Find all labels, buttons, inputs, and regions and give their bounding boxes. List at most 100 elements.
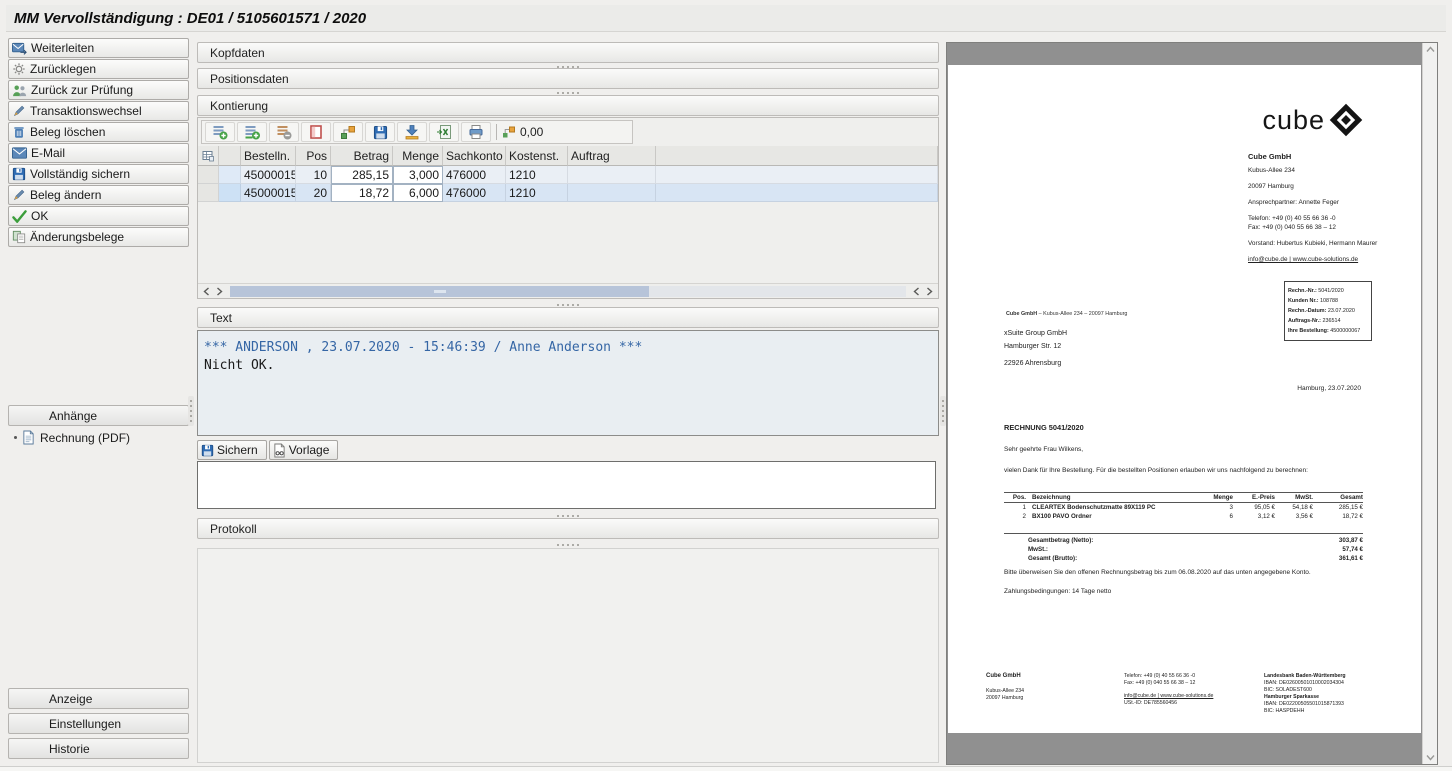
item-vat: 54,18 € [1275, 503, 1313, 512]
insert-row-button[interactable] [237, 122, 267, 142]
cell-sachkonto[interactable]: 476000 [443, 166, 506, 184]
save-grid-button[interactable] [365, 122, 395, 142]
pdf-items-table: Pos. Bezeichnung Menge E.-Preis MwSt. Ge… [1004, 492, 1363, 521]
print-button[interactable] [461, 122, 491, 142]
splitter-handle[interactable] [557, 542, 579, 547]
item-description: CLEARTEX Bodenschutzmatte 89X119 PC [1026, 503, 1201, 512]
panel-header-positionsdaten[interactable]: Positionsdaten [197, 68, 939, 89]
letterhead-street: Kubus-Allee 234 [1248, 167, 1398, 175]
attachments-section-header[interactable]: Anhänge [8, 405, 189, 426]
vorlage-button[interactable]: Vorlage [269, 440, 339, 460]
header-cell-kostenst[interactable]: Kostenst. [506, 146, 568, 166]
sidebar-item-beleg-loeschen[interactable]: Beleg löschen [8, 122, 189, 142]
header-cell-pos[interactable]: Pos [296, 146, 331, 166]
users-icon [12, 84, 27, 97]
cell-bestelln[interactable]: 4500001553 [241, 166, 296, 184]
sidebar-item-beleg-aendern[interactable]: Beleg ändern [8, 185, 189, 205]
scrollbar-track[interactable] [230, 286, 906, 297]
kontierung-panel: 0,00 Bestelln. Pos Betrag Menge Sachkont… [197, 117, 939, 299]
import-button[interactable] [397, 122, 427, 142]
pdf-recipient: xSuite Group GmbH Hamburger Str. 12 2292… [1004, 327, 1067, 370]
cell-menge-input[interactable]: 6,000 [393, 184, 443, 202]
scroll-left-button[interactable] [200, 286, 213, 297]
cell-menge-input[interactable]: 3,000 [393, 166, 443, 184]
sidebar-item-email[interactable]: E-Mail [8, 143, 189, 163]
main-content: Kopfdaten Positionsdaten Kontierung [196, 40, 940, 765]
cell-empty[interactable] [656, 166, 938, 184]
scrollbar-thumb[interactable] [230, 286, 649, 297]
header-cell-betrag[interactable]: Betrag [331, 146, 393, 166]
cell-betrag-input[interactable]: 285,15 [331, 166, 393, 184]
panel-header-kopfdaten[interactable]: Kopfdaten [197, 42, 939, 63]
button-label: Sichern [217, 443, 258, 457]
column-select-button[interactable] [301, 122, 331, 142]
panel-header-text[interactable]: Text [197, 307, 939, 328]
note-input[interactable] [197, 461, 936, 509]
sidebar-item-vollstaendig-sichern[interactable]: Vollständig sichern [8, 164, 189, 184]
cell-pos[interactable]: 20 [296, 184, 331, 202]
sidebar-item-weiterleiten[interactable]: Weiterleiten [8, 38, 189, 58]
table-row[interactable]: 4500001553 20 18,72 6,000 476000 1210 [198, 184, 938, 202]
header-cell-bestelln[interactable]: Bestelln. [241, 146, 296, 166]
sidebar-item-aenderungsbelege[interactable]: Änderungsbelege [8, 227, 189, 247]
cell-auftrag[interactable] [568, 184, 656, 202]
delete-row-button[interactable] [269, 122, 299, 142]
splitter-handle[interactable] [188, 396, 194, 426]
row-selector-cell[interactable] [198, 166, 219, 184]
button-label: Vorlage [289, 443, 330, 457]
scroll-right-button[interactable] [923, 286, 936, 297]
header-cell[interactable] [219, 146, 241, 166]
header-cell-menge[interactable]: Menge [393, 146, 443, 166]
section-historie[interactable]: Historie [8, 738, 189, 759]
footer-company-name: Cube GmbH [986, 673, 1124, 680]
sidebar-item-zuruecklegen[interactable]: Zurücklegen [8, 59, 189, 79]
pencil-icon [12, 188, 26, 202]
cell-pos[interactable]: 10 [296, 166, 331, 184]
cell-auftrag[interactable] [568, 166, 656, 184]
section-einstellungen[interactable]: Einstellungen [8, 713, 189, 734]
select-all-cell[interactable] [198, 146, 219, 166]
horizontal-scrollbar[interactable] [198, 283, 938, 298]
sidebar-item-transaktionswechsel[interactable]: Transaktionswechsel [8, 101, 189, 121]
info-label: Rechn.-Datum: [1288, 308, 1326, 314]
scroll-left-button[interactable] [910, 286, 923, 297]
pdf-invoice-heading: RECHNUNG 5041/2020 [1004, 423, 1084, 432]
section-anzeige[interactable]: Anzeige [8, 688, 189, 709]
cell-empty[interactable] [656, 184, 938, 202]
account-assign-button[interactable] [333, 122, 363, 142]
print-icon [468, 124, 484, 140]
cell-betrag-input[interactable]: 18,72 [331, 184, 393, 202]
add-row-button[interactable] [205, 122, 235, 142]
row-selector-cell[interactable] [198, 184, 219, 202]
row-status-cell[interactable] [219, 184, 241, 202]
text-buttons-row: Sichern Vorlage [197, 440, 338, 460]
panel-header-kontierung[interactable]: Kontierung [197, 95, 939, 116]
scroll-right-button[interactable] [213, 286, 226, 297]
text-history-line: Nicht OK. [204, 357, 932, 375]
sidebar-item-label: Weiterleiten [31, 41, 94, 55]
scroll-up-button[interactable] [1426, 46, 1435, 53]
pdf-totals: Gesamtbetrag (Netto):303,87 € MwSt.:57,7… [1004, 533, 1363, 563]
chevron-right-icon [926, 287, 933, 296]
cell-kostenst[interactable]: 1210 [506, 184, 568, 202]
recipient-line: xSuite Group GmbH [1004, 327, 1067, 340]
header-cell-sachkonto[interactable]: Sachkonto [443, 146, 506, 166]
header-cell[interactable] [656, 146, 938, 166]
sidebar-item-ok[interactable]: OK [8, 206, 189, 226]
sidebar-item-zurueck-zur-pruefung[interactable]: Zurück zur Prüfung [8, 80, 189, 100]
chevron-down-icon [1426, 754, 1435, 761]
table-row[interactable]: 4500001553 10 285,15 3,000 476000 1210 [198, 166, 938, 184]
chevron-up-icon [1426, 46, 1435, 53]
scroll-down-button[interactable] [1426, 754, 1435, 761]
panel-header-protokoll[interactable]: Protokoll [197, 518, 939, 539]
row-status-cell[interactable] [219, 166, 241, 184]
cell-sachkonto[interactable]: 476000 [443, 184, 506, 202]
header-cell-auftrag[interactable]: Auftrag [568, 146, 656, 166]
attachment-item-rechnung-pdf[interactable]: Rechnung (PDF) [14, 430, 130, 445]
excel-export-button[interactable] [429, 122, 459, 142]
sichern-button[interactable]: Sichern [197, 440, 267, 460]
cell-kostenst[interactable]: 1210 [506, 166, 568, 184]
items-row: 2 BX100 PAVO Ordner 6 3,12 € 3,56 € 18,7… [1004, 512, 1363, 521]
cell-bestelln[interactable]: 4500001553 [241, 184, 296, 202]
pdf-vertical-scrollbar[interactable] [1422, 43, 1437, 764]
